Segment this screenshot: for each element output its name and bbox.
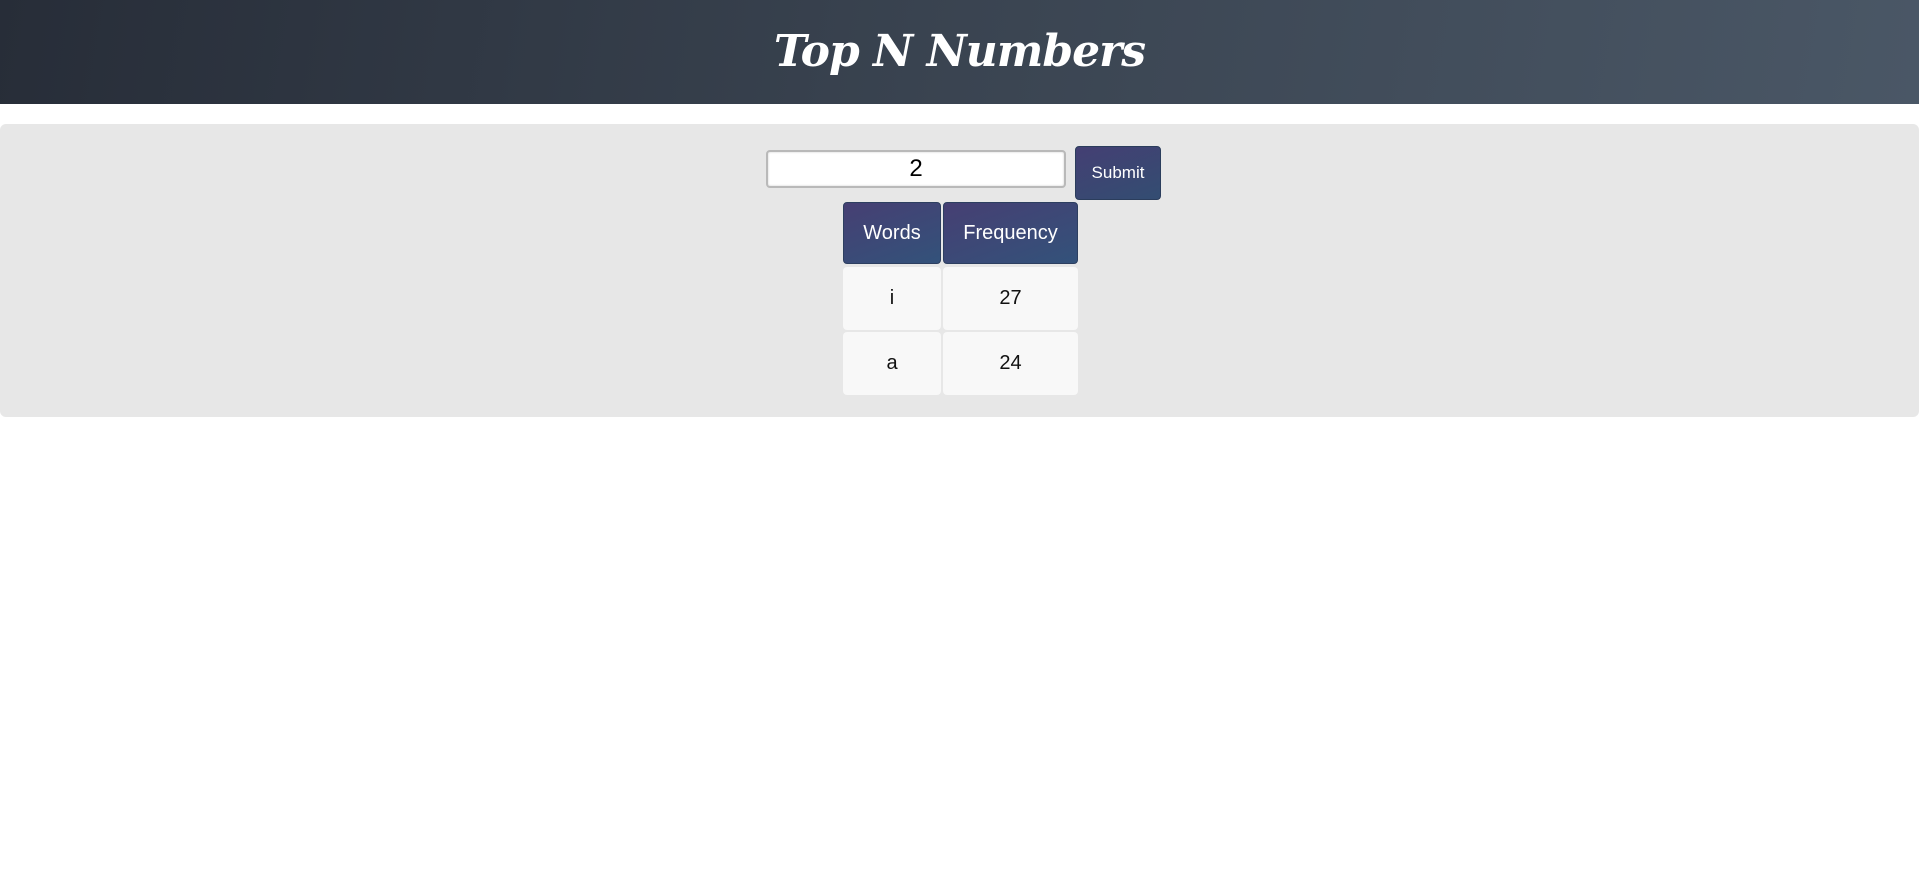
submit-button[interactable]: Submit [1075, 146, 1161, 200]
table-cell-word: a [843, 332, 941, 395]
page-header: Top N Numbers [0, 0, 1919, 104]
table-header-words: Words [843, 202, 941, 264]
page-title: Top N Numbers [773, 25, 1146, 77]
number-input[interactable] [766, 150, 1066, 188]
main-panel: Submit Words Frequency i 27 a 24 [0, 124, 1919, 417]
table-cell-frequency: 27 [943, 267, 1078, 330]
table-cell-frequency: 24 [943, 332, 1078, 395]
table-header-frequency: Frequency [943, 202, 1078, 264]
table-cell-word: i [843, 267, 941, 330]
